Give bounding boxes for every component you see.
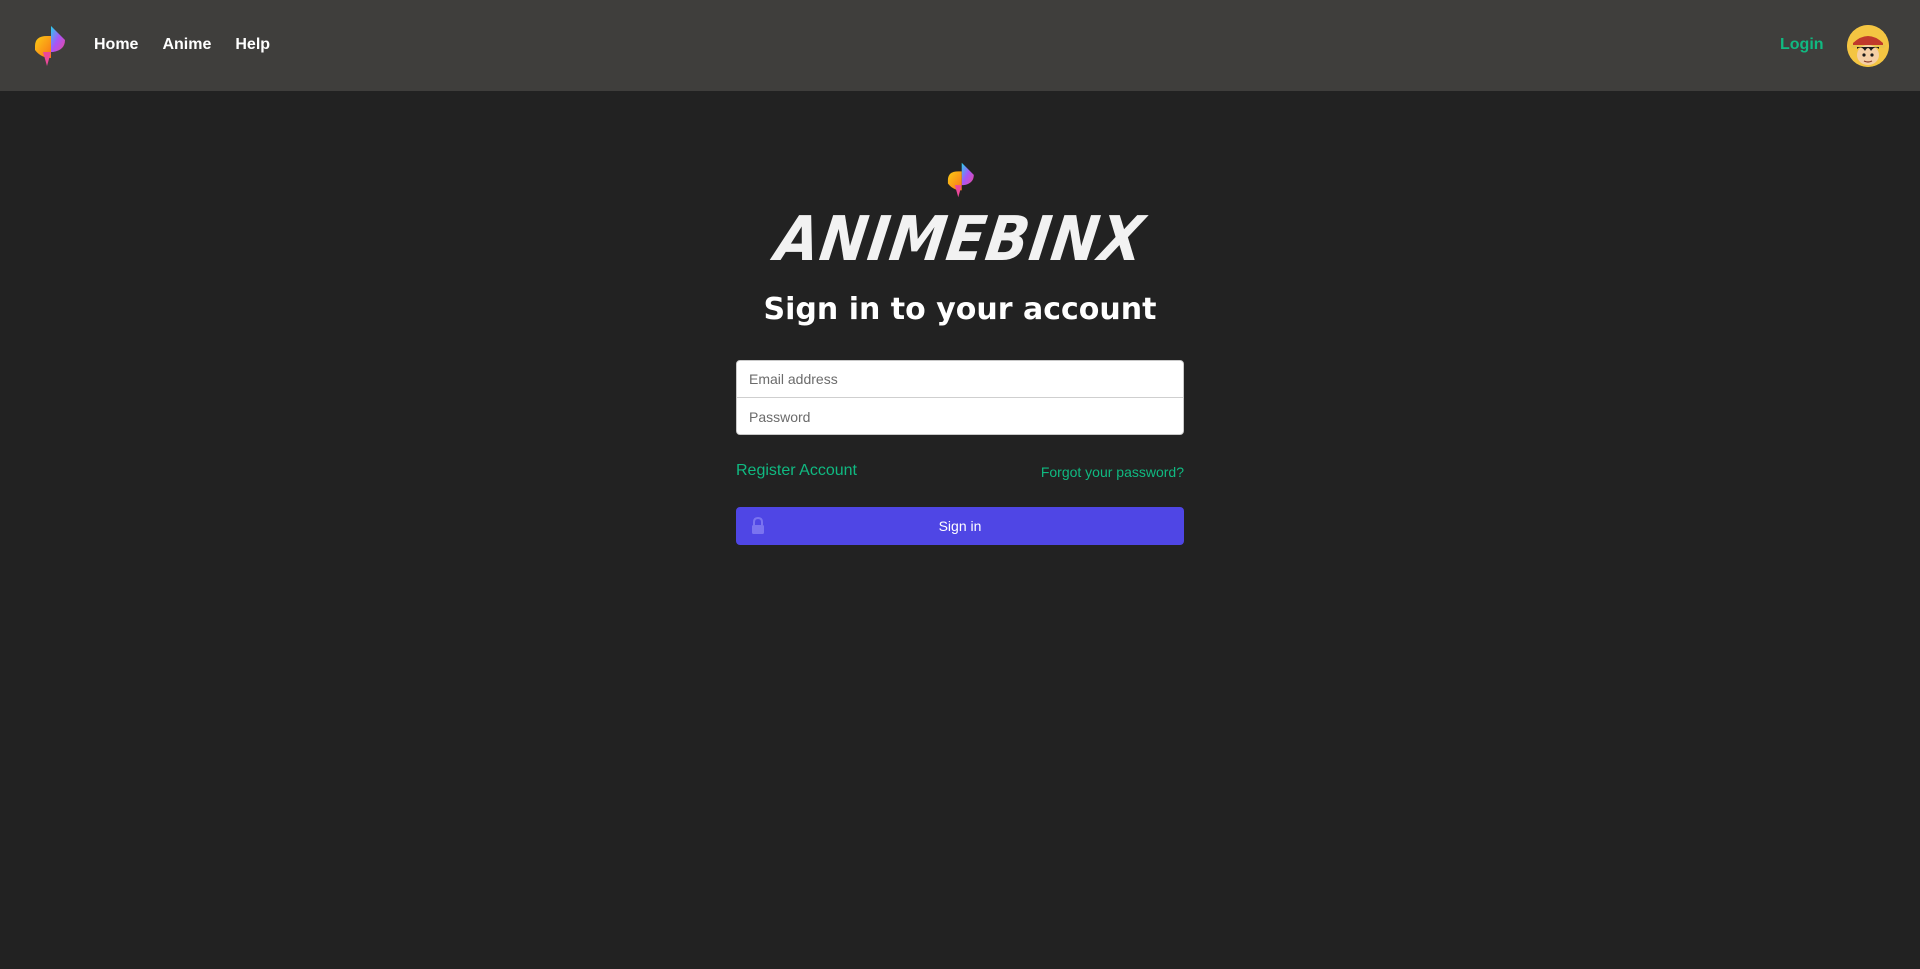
user-avatar-icon[interactable] — [1847, 25, 1889, 67]
lock-icon — [750, 516, 766, 535]
brand-wordmark: ANIMEBINX — [771, 203, 1149, 276]
nav-link-help[interactable]: Help — [235, 36, 270, 54]
nav-link-home[interactable]: Home — [94, 36, 138, 54]
forgot-password-link[interactable]: Forgot your password? — [1041, 464, 1184, 480]
email-field[interactable] — [737, 361, 1183, 398]
page-title: Sign in to your account — [763, 292, 1157, 327]
login-link[interactable]: Login — [1780, 36, 1824, 54]
signin-button-label: Sign in — [938, 518, 982, 534]
register-account-link[interactable]: Register Account — [736, 462, 857, 480]
signin-form — [736, 360, 1184, 435]
signin-button[interactable]: Sign in — [736, 507, 1184, 545]
main-nav: Home Anime Help — [94, 36, 294, 54]
top-navbar: Home Anime Help Login — [0, 0, 1920, 91]
brand-logo-icon — [944, 161, 976, 199]
password-field[interactable] — [737, 398, 1183, 434]
app-logo-icon[interactable] — [31, 24, 67, 68]
nav-link-anime[interactable]: Anime — [162, 36, 211, 54]
